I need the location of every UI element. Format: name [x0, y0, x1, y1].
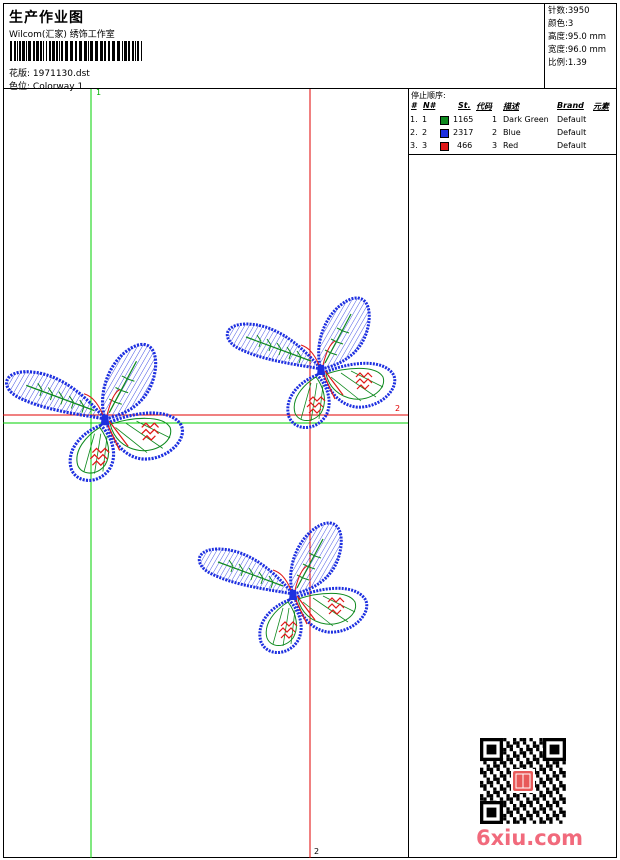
guide-marker-red-right: 2	[395, 404, 401, 413]
stat-colors: 颜色:3	[548, 19, 574, 29]
color-swatch	[440, 129, 449, 138]
guide-marker-green: 1	[96, 89, 102, 97]
design-line: 花版: 1971130.dst	[9, 66, 90, 79]
butterfly-motif-left	[5, 342, 185, 483]
stat-stitches: 针数:3950	[548, 6, 590, 16]
col-header-code: 代码	[476, 102, 492, 111]
watermark-logo: 6xiu.com	[476, 826, 584, 850]
design-label: 花版:	[9, 69, 31, 79]
table-row: 3. 3 466 3 Red Default	[410, 141, 587, 151]
stop-sequence-title: 停止顺序:	[411, 91, 446, 100]
design-value: 1971130.dst	[32, 69, 90, 79]
header-panel: 生产作业图 Wilcom(汇家) 绣饰工作室 花版: 1971130.dst 色…	[3, 3, 545, 92]
qr-code-icon	[480, 738, 566, 824]
stat-width: 宽度:96.0 mm	[548, 45, 607, 55]
table-row: 2. 2 2317 2 Blue Default	[410, 128, 587, 138]
col-header-index: #	[411, 101, 417, 110]
stat-height: 高度:95.0 mm	[548, 32, 607, 42]
col-header-element: 元素	[593, 102, 609, 111]
col-header-n: N#	[423, 101, 436, 110]
col-header-desc: 描述	[503, 102, 519, 111]
table-row: 1. 1 1165 1 Dark Green Default	[410, 115, 587, 125]
butterfly-motif-right	[225, 296, 397, 429]
barcode	[10, 41, 142, 61]
embroidery-preview	[3, 89, 408, 858]
color-swatch	[440, 116, 449, 125]
studio-name: Wilcom(汇家) 绣饰工作室	[9, 30, 115, 40]
stats-panel: 针数:3950 颜色:3 高度:95.0 mm 宽度:96.0 mm 比例:1.…	[545, 3, 617, 89]
design-canvas: 1 2 2	[3, 89, 409, 858]
guide-marker-red-bottom: 2	[314, 847, 320, 856]
stat-scale: 比例:1.39	[548, 58, 587, 68]
col-header-brand: Brand	[557, 101, 584, 110]
stop-sequence-table: 停止顺序: # N# St. 代码 描述 Brand 元素 1. 1 1165 …	[409, 89, 617, 155]
col-header-stitches: St.	[458, 101, 471, 110]
page-title: 生产作业图	[9, 10, 84, 26]
butterfly-motif-bottom	[197, 521, 369, 654]
color-swatch	[440, 142, 449, 151]
